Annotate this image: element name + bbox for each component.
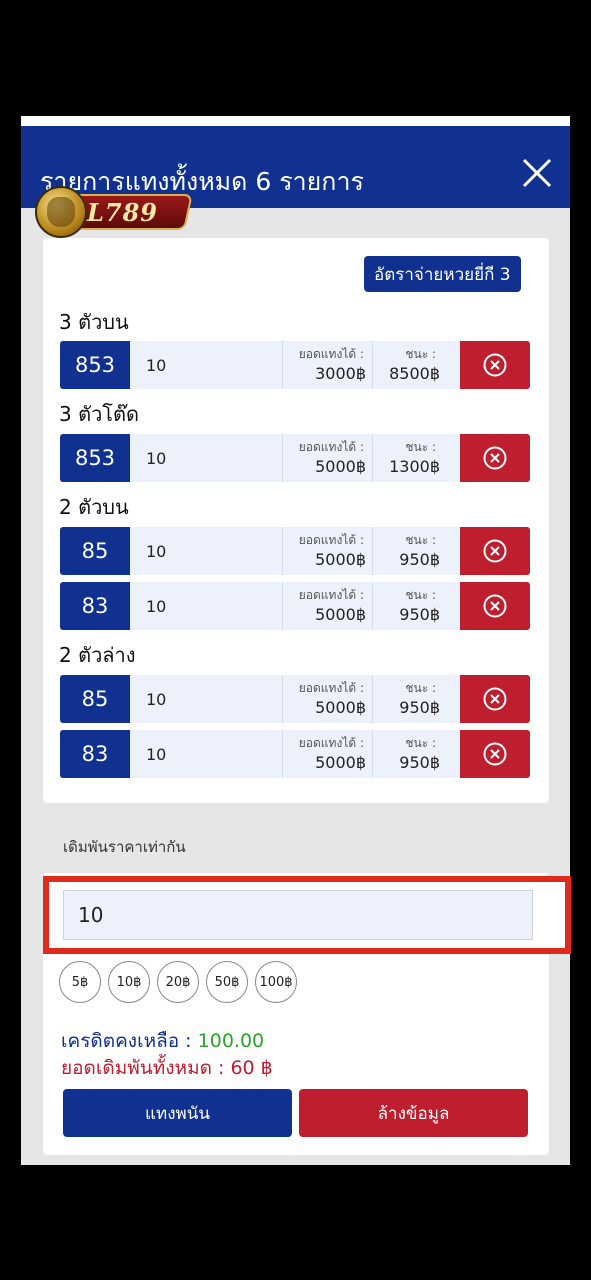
win-value: 950฿ [399, 753, 440, 772]
same-price-input[interactable] [63, 890, 533, 940]
bet-amount-input[interactable] [130, 527, 282, 575]
bet-row: 85 ยอดแทงได้ : 5000฿ ชนะ : 950฿ [60, 675, 530, 725]
max-bet-value: 5000฿ [315, 698, 366, 717]
win-label: ชนะ : [405, 440, 436, 454]
win-cell: ชนะ : 950฿ [372, 730, 460, 778]
logo-medal-icon [35, 186, 87, 238]
delete-bet-button[interactable] [460, 527, 530, 575]
bet-row: 853 ยอดแทงได้ : 3000฿ ชนะ : 8500฿ [60, 341, 530, 391]
group-title-2-bottom: 2 ตัวล่าง [59, 643, 136, 667]
win-label: ชนะ : [405, 681, 436, 695]
bet-row: 83 ยอดแทงได้ : 5000฿ ชนะ : 950฿ [60, 730, 530, 780]
remove-circle-icon [483, 446, 507, 470]
delete-bet-button[interactable] [460, 434, 530, 482]
bet-amount-input[interactable] [130, 582, 282, 630]
max-bet-label: ยอดแทงได้ : [298, 681, 364, 695]
win-label: ชนะ : [405, 588, 436, 602]
win-label: ชนะ : [405, 736, 436, 750]
max-bet-value: 5000฿ [315, 550, 366, 569]
remove-circle-icon [483, 687, 507, 711]
chip-10[interactable]: 10฿ [108, 961, 150, 1003]
group-title-3-tod: 3 ตัวโต๊ด [59, 402, 140, 426]
bet-number: 85 [60, 675, 130, 723]
credit-value: 100.00 [197, 1030, 265, 1052]
brand-logo: L789 [35, 186, 193, 242]
bet-list-card: อัตราจ่ายหวยยี่กี 3 3 ตัวบน 853 ยอดแทงได… [43, 238, 549, 803]
win-cell: ชนะ : 950฿ [372, 675, 460, 723]
remove-circle-icon [483, 353, 507, 377]
delete-bet-button[interactable] [460, 582, 530, 630]
logo-text: L789 [87, 198, 158, 227]
win-label: ชนะ : [405, 533, 436, 547]
bet-number: 83 [60, 582, 130, 630]
bet-amount-input[interactable] [130, 341, 282, 389]
win-value: 950฿ [399, 605, 440, 624]
max-bet-cell: ยอดแทงได้ : 5000฿ [282, 434, 372, 482]
max-bet-cell: ยอดแทงได้ : 5000฿ [282, 582, 372, 630]
win-label: ชนะ : [405, 347, 436, 361]
win-value: 1300฿ [389, 457, 440, 476]
win-value: 950฿ [399, 550, 440, 569]
group-title-2-top: 2 ตัวบน [59, 495, 129, 519]
max-bet-label: ยอดแทงได้ : [298, 533, 364, 547]
bet-row: 853 ยอดแทงได้ : 5000฿ ชนะ : 1300฿ [60, 434, 530, 484]
remove-circle-icon [483, 594, 507, 618]
chip-20[interactable]: 20฿ [157, 961, 199, 1003]
delete-bet-button[interactable] [460, 341, 530, 389]
group-title-3-top: 3 ตัวบน [59, 310, 129, 334]
max-bet-label: ยอดแทงได้ : [298, 440, 364, 454]
clear-data-button[interactable]: ล้างข้อมูล [299, 1089, 528, 1137]
close-icon [522, 158, 552, 188]
credit-label: เครดิตคงเหลือ : [61, 1030, 192, 1052]
total-value: 60 ฿ [230, 1057, 273, 1079]
bet-row: 85 ยอดแทงได้ : 5000฿ ชนะ : 950฿ [60, 527, 530, 577]
max-bet-cell: ยอดแทงได้ : 5000฿ [282, 675, 372, 723]
win-cell: ชนะ : 1300฿ [372, 434, 460, 482]
close-button[interactable] [520, 156, 554, 190]
bet-amount-input[interactable] [130, 434, 282, 482]
modal-top-strip [21, 116, 570, 126]
remove-circle-icon [483, 539, 507, 563]
win-cell: ชนะ : 950฿ [372, 527, 460, 575]
same-price-label: เดิมพันราคาเท่ากัน [63, 838, 186, 856]
win-cell: ชนะ : 950฿ [372, 582, 460, 630]
bet-number: 83 [60, 730, 130, 778]
total-label: ยอดเดิมพันทั้งหมด : [61, 1057, 225, 1079]
max-bet-value: 3000฿ [315, 364, 366, 383]
win-cell: ชนะ : 8500฿ [372, 341, 460, 389]
max-bet-cell: ยอดแทงได้ : 5000฿ [282, 527, 372, 575]
win-value: 8500฿ [389, 364, 440, 383]
delete-bet-button[interactable] [460, 730, 530, 778]
same-price-highlight [43, 876, 571, 954]
chip-5[interactable]: 5฿ [59, 961, 101, 1003]
bet-amount-input[interactable] [130, 730, 282, 778]
payout-rate-button[interactable]: อัตราจ่ายหวยยี่กี 3 [364, 256, 521, 292]
bet-row: 83 ยอดแทงได้ : 5000฿ ชนะ : 950฿ [60, 582, 530, 632]
chip-100[interactable]: 100฿ [255, 961, 297, 1003]
total-bet: ยอดเดิมพันทั้งหมด : 60 ฿ [61, 1053, 273, 1083]
max-bet-label: ยอดแทงได้ : [298, 588, 364, 602]
bet-summary-card: 5฿ 10฿ 20฿ 50฿ 100฿ เครดิตคงเหลือ : 100.… [43, 873, 571, 1155]
place-bet-button[interactable]: แทงพนัน [63, 1089, 292, 1137]
max-bet-value: 5000฿ [315, 457, 366, 476]
win-value: 950฿ [399, 698, 440, 717]
chip-50[interactable]: 50฿ [206, 961, 248, 1003]
remove-circle-icon [483, 742, 507, 766]
bet-list-modal: รายการแทงทั้งหมด 6 รายการ L789 อัตราจ่าย… [21, 116, 571, 1165]
max-bet-cell: ยอดแทงได้ : 5000฿ [282, 730, 372, 778]
max-bet-label: ยอดแทงได้ : [298, 347, 364, 361]
bet-number: 85 [60, 527, 130, 575]
max-bet-cell: ยอดแทงได้ : 3000฿ [282, 341, 372, 389]
max-bet-value: 5000฿ [315, 605, 366, 624]
bet-number: 853 [60, 341, 130, 389]
max-bet-label: ยอดแทงได้ : [298, 736, 364, 750]
bet-amount-input[interactable] [130, 675, 282, 723]
credit-balance: เครดิตคงเหลือ : 100.00 [61, 1026, 264, 1056]
delete-bet-button[interactable] [460, 675, 530, 723]
max-bet-value: 5000฿ [315, 753, 366, 772]
bet-number: 853 [60, 434, 130, 482]
